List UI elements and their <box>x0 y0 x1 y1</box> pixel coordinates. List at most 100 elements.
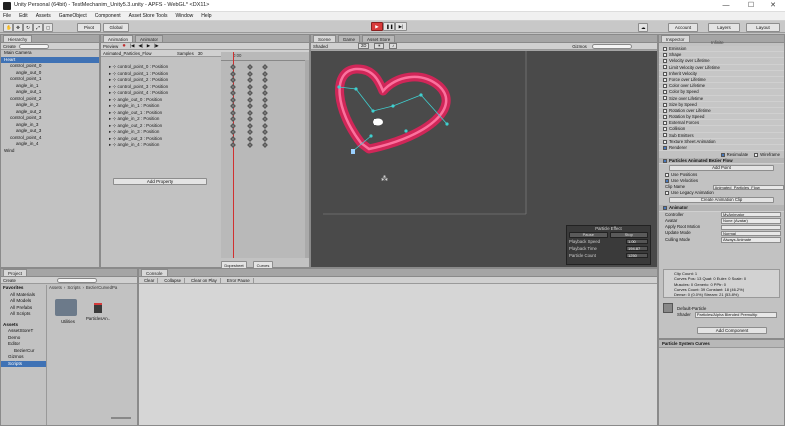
animator-field-value[interactable] <box>721 224 781 231</box>
breadcrumb-item[interactable]: BezierCurvedPa <box>86 285 117 290</box>
project-search-input[interactable] <box>56 277 97 283</box>
keyframe[interactable] <box>262 70 268 77</box>
hierarchy-create-button[interactable]: Create <box>3 44 16 49</box>
keyframe[interactable] <box>247 77 253 83</box>
keyframe[interactable] <box>262 109 268 116</box>
breadcrumb-item[interactable]: Assets <box>49 285 62 290</box>
shading-dropdown[interactable]: Shaded <box>313 44 353 49</box>
step-button[interactable]: ▶| <box>395 22 407 31</box>
keyframe[interactable] <box>230 64 236 70</box>
cloud-icon[interactable]: ☁ <box>638 23 648 32</box>
keyframe[interactable] <box>247 70 253 77</box>
keyframe[interactable] <box>262 90 268 96</box>
add-point-button[interactable]: Add Point <box>669 165 774 172</box>
folder-utilities[interactable]: Utilities <box>55 299 81 324</box>
keyframe[interactable] <box>262 116 268 122</box>
keyframe[interactable] <box>230 83 236 90</box>
keyframe[interactable] <box>262 96 268 103</box>
keyframe[interactable] <box>247 90 253 96</box>
menu-asset-store-tools[interactable]: Asset Store Tools <box>129 12 168 21</box>
playhead[interactable] <box>233 52 234 258</box>
keyframe[interactable] <box>247 122 253 129</box>
keyframe[interactable] <box>262 83 268 90</box>
menu-file[interactable]: File <box>3 12 11 21</box>
keyframe[interactable] <box>230 77 236 83</box>
console-button[interactable]: Collapse <box>161 277 186 283</box>
play-button[interactable]: ▶ <box>371 22 383 31</box>
resimulate-toggle[interactable]: Resimulate <box>720 152 748 157</box>
menu-help[interactable]: Help <box>201 12 211 21</box>
keyframe[interactable] <box>247 135 253 142</box>
keyframe[interactable] <box>230 135 236 142</box>
add-property-button[interactable]: Add Property <box>113 178 207 185</box>
keyframe[interactable] <box>247 64 253 70</box>
bezier-flow-component-header[interactable]: Particles Animated Bezier Flow <box>659 158 784 165</box>
audio-toggle-icon[interactable]: ♪ <box>389 43 398 49</box>
tab-console[interactable]: Console <box>141 269 168 276</box>
samples-field[interactable]: 30 <box>198 51 203 56</box>
script-particlesan[interactable]: ParticlesAn.. <box>83 299 113 321</box>
tab-inspector[interactable]: Inspector <box>661 35 690 42</box>
keyframe[interactable] <box>262 122 268 129</box>
icon-size-slider[interactable] <box>111 417 131 419</box>
console-button[interactable]: Error Pause <box>224 277 254 283</box>
property-row[interactable]: ▸ ⊹ angle_in_4 : Position <box>101 142 221 149</box>
clip-name-field[interactable]: Animated_Particles_Flow <box>712 184 784 191</box>
keyframe[interactable] <box>230 70 236 77</box>
record-icon[interactable]: ● <box>122 43 126 49</box>
light-gizmo-icon[interactable] <box>351 149 355 154</box>
use-legacy-toggle[interactable]: Use Legacy Animation <box>659 190 784 196</box>
global-toggle[interactable]: Global <box>103 23 129 32</box>
prev-key-icon[interactable]: ◀| <box>138 43 142 49</box>
keyframe[interactable] <box>247 103 253 109</box>
playback-speed-field[interactable]: 1.00 <box>626 238 648 245</box>
first-key-icon[interactable]: |◀ <box>130 43 134 49</box>
keyframe[interactable] <box>230 122 236 129</box>
2d-toggle[interactable]: 2D <box>358 43 370 49</box>
layers-dropdown[interactable]: Layers <box>708 23 740 32</box>
tab-game[interactable]: Game <box>337 35 361 42</box>
scale-tool-icon[interactable]: ⤢ <box>33 23 43 32</box>
console-button[interactable]: Clear on Play <box>188 277 221 283</box>
animator-field-value[interactable]: None (Avatar) <box>721 218 781 224</box>
keyframe[interactable] <box>262 64 268 70</box>
wind-zone-icon[interactable]: ⁂ <box>381 175 388 183</box>
account-dropdown[interactable]: Account <box>668 23 698 32</box>
keyframe[interactable] <box>262 103 268 109</box>
maximize-button[interactable]: ☐ <box>740 1 762 11</box>
scene-view[interactable]: ⁂ Particle Effect Pause Stop Playback Sp… <box>311 51 657 267</box>
keyframe[interactable] <box>230 109 236 116</box>
clip-dropdown[interactable]: Animated_Particles_Flow <box>103 51 173 56</box>
keyframe[interactable] <box>230 96 236 103</box>
particle-stop-button[interactable]: Stop <box>609 232 648 238</box>
keyframe[interactable] <box>262 129 268 135</box>
asset-folder-item[interactable]: Scripts <box>1 360 46 367</box>
create-clip-button[interactable]: Create Animation Clip <box>669 197 774 204</box>
lighting-toggle-icon[interactable]: ☀ <box>374 43 385 49</box>
menu-component[interactable]: Component <box>95 12 121 21</box>
playback-time-field[interactable]: 194.87 <box>626 245 648 252</box>
menu-edit[interactable]: Edit <box>19 12 28 21</box>
rect-tool-icon[interactable]: ▢ <box>43 23 53 32</box>
hierarchy-search-input[interactable] <box>18 43 49 49</box>
menu-window[interactable]: Window <box>175 12 193 21</box>
breadcrumb-item[interactable]: Scripts <box>67 285 80 290</box>
keyframe[interactable] <box>262 142 268 148</box>
particle-emitter-icon[interactable] <box>373 118 383 126</box>
tab-project[interactable]: Project <box>3 269 28 276</box>
dopesheet-scrollbar[interactable] <box>305 60 309 258</box>
hand-tool-icon[interactable]: ✋ <box>3 23 13 32</box>
animator-field-value[interactable]: Always Animate <box>721 237 781 243</box>
minimize-button[interactable]: — <box>715 1 737 11</box>
keyframe[interactable] <box>230 142 236 148</box>
keyframe[interactable] <box>247 109 253 116</box>
tab-hierarchy[interactable]: Hierarchy <box>3 35 33 42</box>
keyframe[interactable] <box>230 90 236 96</box>
animator-field-value[interactable]: Normal <box>721 230 781 237</box>
tab-asset-store[interactable]: Asset Store <box>362 35 396 42</box>
keyframe[interactable] <box>262 77 268 83</box>
pause-button[interactable]: ❚❚ <box>383 22 395 31</box>
move-tool-icon[interactable]: ✥ <box>13 23 23 32</box>
keyframe[interactable] <box>247 129 253 135</box>
keyframe[interactable] <box>247 83 253 90</box>
